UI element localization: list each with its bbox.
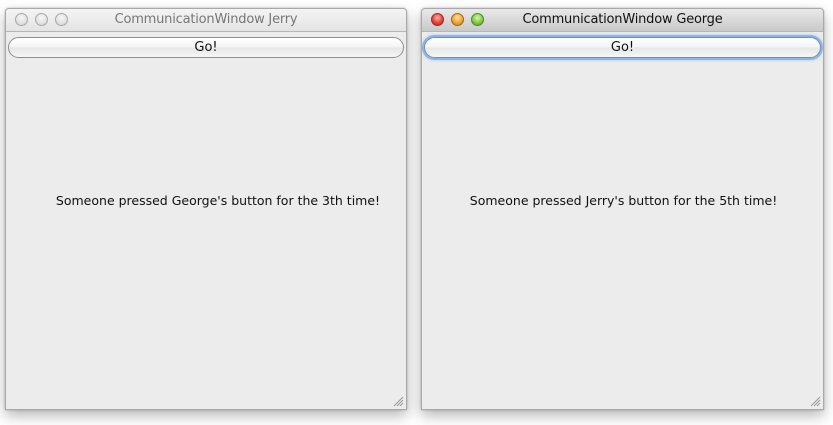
status-message: Someone pressed Jerry's button for the 5… (469, 193, 778, 208)
resize-grip-icon[interactable] (393, 396, 404, 407)
status-message: Someone pressed George's button for the … (55, 193, 381, 208)
communication-window-george: CommunicationWindow George Go! Someone p… (421, 8, 824, 410)
communication-window-jerry: CommunicationWindow Jerry Go! Someone pr… (5, 8, 407, 410)
go-button[interactable]: Go! (424, 37, 821, 58)
window-titlebar[interactable]: CommunicationWindow George (422, 9, 823, 32)
go-button[interactable]: Go! (8, 37, 404, 58)
window-title: CommunicationWindow George (522, 12, 723, 27)
window-title: CommunicationWindow Jerry (114, 12, 298, 27)
resize-grip-icon[interactable] (810, 396, 821, 407)
desktop: CommunicationWindow Jerry Go! Someone pr… (0, 0, 833, 425)
window-titlebar[interactable]: CommunicationWindow Jerry (6, 9, 406, 32)
